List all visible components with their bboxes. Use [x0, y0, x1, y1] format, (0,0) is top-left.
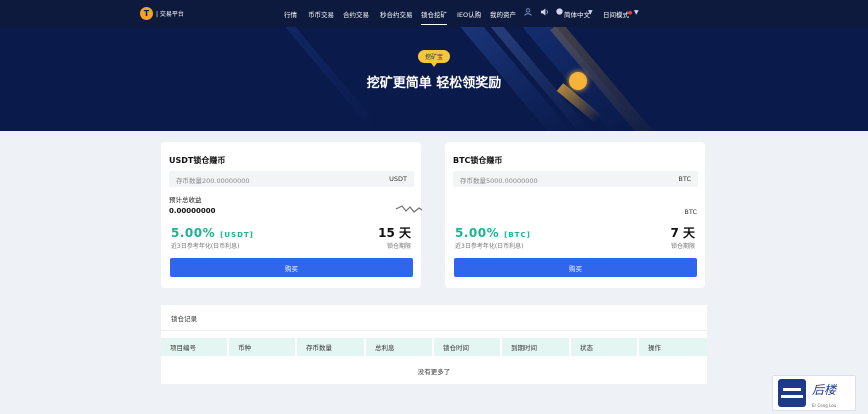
speaker-icon[interactable]	[540, 8, 549, 18]
col-deposit-amount: 存币数量	[297, 338, 364, 356]
user-icon[interactable]	[524, 8, 532, 18]
records-title: 锁仓记录	[171, 315, 197, 323]
chevron-down-icon: ▼	[634, 9, 639, 16]
banner-title: 挖矿更简单 轻松领奖励	[366, 76, 502, 91]
lock-records-panel: 锁仓记录 项目编号 币种 存币数量 总利息 锁仓时间 到期时间 状态 操作 没有…	[161, 305, 707, 384]
lock-days: 7 天	[670, 226, 695, 240]
dot-icon: ●	[628, 10, 633, 16]
col-total-interest: 总利息	[366, 338, 432, 356]
nav-item-contract-trade[interactable]: 合约交易	[343, 9, 369, 19]
col-expire-time: 到期时间	[502, 338, 569, 356]
promo-badge: 挖矿宝	[418, 50, 450, 67]
globe-icon	[556, 8, 563, 17]
theme-toggle[interactable]: 日间模式	[603, 9, 629, 19]
annual-rate: 5.00% [USDT]	[171, 226, 254, 240]
divider	[161, 330, 707, 331]
estimated-value: 0.00000000	[169, 207, 216, 215]
rate-value: 5.00%	[171, 226, 216, 240]
input-unit: BTC	[678, 175, 691, 183]
col-project-id: 项目编号	[161, 338, 227, 356]
nav-item-lock-mining[interactable]: 锁仓挖矿	[421, 9, 447, 25]
empty-text: 没有更多了	[417, 368, 451, 376]
usdt-lock-card: USDT锁仓赚币 存币数量200.00000000 USDT 预计总收益 0.0…	[161, 142, 421, 288]
buy-button[interactable]: 购买	[454, 258, 697, 277]
logo-icon: T	[140, 7, 153, 20]
input-placeholder: 存币数量5000.00000000	[460, 177, 538, 185]
banner: 挖矿宝 挖矿更简单 轻松领奖励	[0, 27, 868, 131]
language-select[interactable]: 简体中文	[564, 9, 590, 19]
logo-text: | 交易平台	[156, 11, 184, 18]
days-caption: 锁仓期限	[670, 243, 695, 250]
annual-rate: 5.00% [BTC]	[455, 226, 531, 240]
smudge-graphic	[395, 205, 423, 213]
estimated-label: 预计总收益	[169, 196, 202, 204]
rate-unit: [USDT]	[220, 231, 254, 239]
days-caption: 锁仓期限	[386, 243, 411, 250]
col-currency: 币种	[229, 338, 295, 356]
input-unit: USDT	[389, 175, 407, 183]
deposit-amount-input[interactable]: 存币数量5000.00000000 BTC	[453, 171, 698, 187]
lock-days: 15 天	[378, 226, 411, 240]
col-status: 状态	[571, 338, 637, 356]
card-title: BTC锁仓赚币	[453, 156, 503, 165]
watermark-subtext: Er Ceng Lou	[812, 403, 837, 408]
deposit-amount-input[interactable]: 存币数量200.00000000 USDT	[169, 171, 414, 187]
nav-item-second-contract[interactable]: 秒合约交易	[380, 9, 413, 19]
rate-value: 5.00%	[455, 226, 500, 240]
input-placeholder: 存币数量200.00000000	[176, 177, 250, 185]
nav-item-my-assets[interactable]: 我的资产	[490, 9, 516, 19]
buy-button[interactable]: 购买	[170, 258, 413, 277]
estimated-unit: BTC	[684, 208, 697, 216]
btc-lock-card: BTC锁仓赚币 存币数量5000.00000000 BTC BTC 5.00% […	[445, 142, 705, 288]
col-lock-time: 锁仓时间	[434, 338, 500, 356]
watermark-text: 后楼	[812, 383, 837, 397]
rate-unit: [BTC]	[504, 231, 531, 239]
col-action: 操作	[639, 338, 707, 356]
rate-caption: 近3日参考年化(日币利息)	[171, 243, 240, 250]
chevron-down-icon: ▼	[588, 9, 593, 16]
watermark-logo: 后楼 Er Ceng Lou	[772, 375, 856, 411]
nav-item-spot-trade[interactable]: 币币交易	[308, 9, 334, 19]
nav-item-ieo[interactable]: IEO认购	[457, 9, 481, 19]
rate-caption: 近3日参考年化(日币利息)	[455, 243, 524, 250]
sun-graphic	[569, 72, 587, 90]
top-nav: T | 交易平台 行情 币币交易 合约交易 秒合约交易 锁仓挖矿 IEO认购 我…	[0, 0, 868, 27]
card-title: USDT锁仓赚币	[169, 156, 226, 165]
logo[interactable]: T | 交易平台	[140, 7, 184, 20]
nav-item-market[interactable]: 行情	[284, 9, 297, 19]
watermark-icon	[778, 379, 806, 407]
